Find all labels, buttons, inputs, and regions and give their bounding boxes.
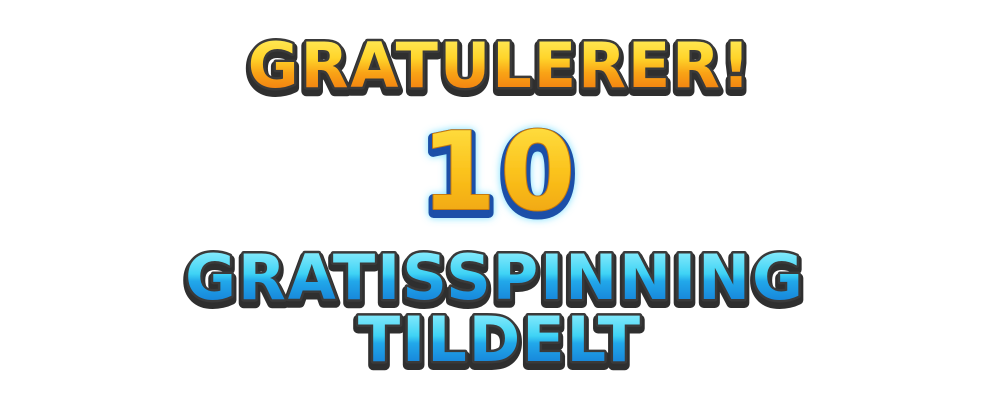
spin-count-number: 10 bbox=[421, 110, 579, 235]
banner-graphic: GRATULERER! GRATULERER! 10 10 GRATISSPIN… bbox=[180, 27, 808, 386]
reward-line2-text: TILDELT bbox=[358, 303, 642, 376]
free-spins-award-banner: GRATULERER! GRATULERER! 10 10 GRATISSPIN… bbox=[0, 0, 1000, 400]
heading-text: GRATULERER! bbox=[248, 29, 752, 102]
spin-count-group: 10 10 bbox=[416, 109, 580, 244]
